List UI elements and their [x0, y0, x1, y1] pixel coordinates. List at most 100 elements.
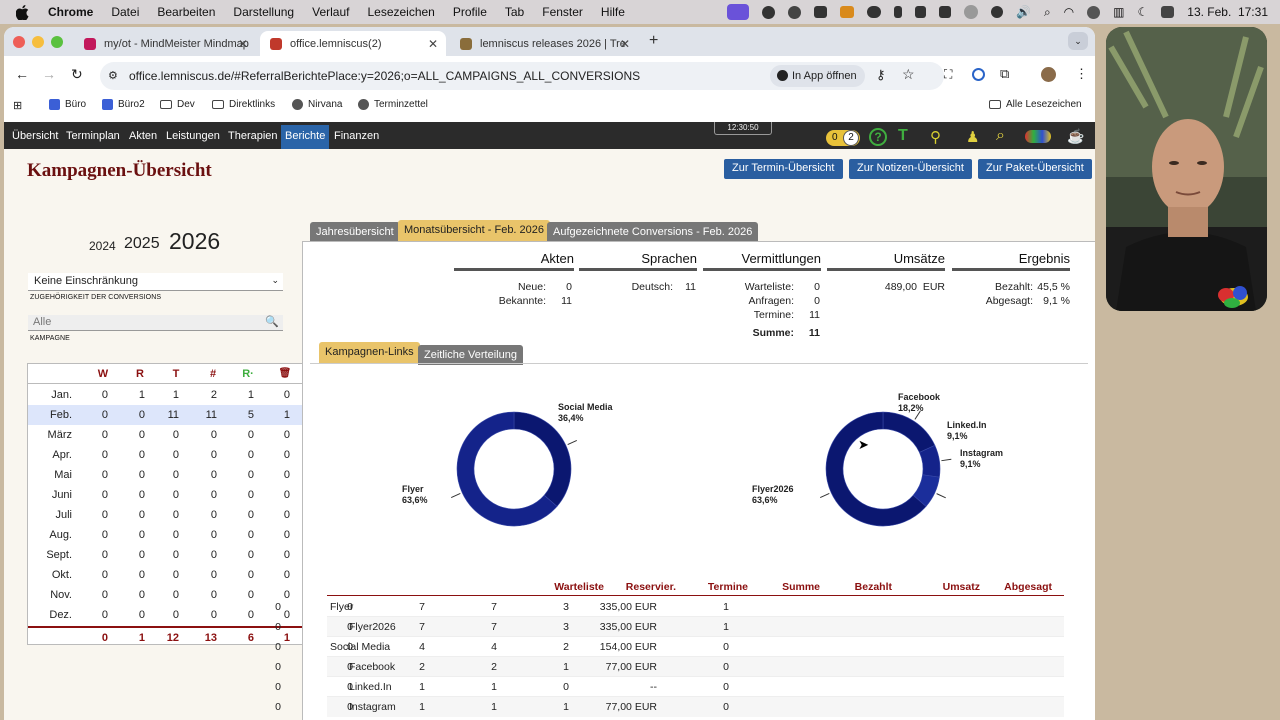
close-tab-icon[interactable]: ✕ — [428, 37, 438, 51]
menu-datei[interactable]: Datei — [111, 5, 139, 19]
apps-grid-icon[interactable]: ⊞ — [13, 99, 22, 112]
table-row[interactable]: Flyer2026 0 0 7 7 3 335,00 EUR 1 — [275, 617, 1064, 637]
magnifier-icon[interactable]: 🔍 — [265, 315, 279, 328]
grammarly-icon[interactable] — [787, 5, 801, 19]
year-2026[interactable]: 2026 — [169, 228, 220, 255]
table-row[interactable]: Instagram 0 0 1 1 1 77,00 EUR 0 — [275, 697, 1064, 717]
menu-hilfe[interactable]: Hilfe — [601, 5, 625, 19]
audio-icon[interactable]: ▥ — [1113, 5, 1124, 19]
forward-icon[interactable]: → — [42, 66, 56, 82]
nav-finanzen[interactable]: Finanzen — [334, 130, 379, 142]
lemniscus-logo-icon[interactable] — [1025, 130, 1051, 143]
control-center-icon[interactable] — [1087, 5, 1101, 19]
apple-icon[interactable] — [15, 5, 30, 21]
notizen-uebersicht-button[interactable]: Zur Notizen-Übersicht — [849, 159, 972, 179]
table-row[interactable]: Facebook 0 0 2 2 1 77,00 EUR 0 — [275, 657, 1064, 677]
month-row[interactable]: Mai 0 0 0 0 0 0 — [28, 465, 302, 485]
table-row[interactable]: Social Media 0 0 4 4 2 154,00 EUR 0 — [275, 637, 1064, 657]
help-icon[interactable]: ? — [869, 128, 887, 146]
campaign-search-input[interactable]: Alle 🔍 — [28, 315, 283, 331]
table-row[interactable]: Linked.In 0 0 1 1 0 -- 0 — [275, 677, 1064, 697]
month-row[interactable]: März 0 0 0 0 0 0 — [28, 425, 302, 445]
presentation-icon[interactable] — [839, 6, 854, 18]
bookmark-dev[interactable]: Dev — [160, 99, 195, 110]
volume-icon[interactable]: 🔊 — [1016, 5, 1031, 19]
screen-record-icon[interactable] — [726, 4, 749, 20]
month-row[interactable]: Feb. 0 0 11 11 5 1 — [28, 405, 302, 425]
tab-lemniscus-releases[interactable]: lemniscus releases 2026 | Tre ✕ — [450, 31, 638, 56]
menu-bearbeiten[interactable]: Bearbeiten — [157, 5, 215, 19]
table-row[interactable]: Flyer 0 0 7 7 3 335,00 EUR 1 — [275, 597, 1064, 617]
month-row[interactable]: Okt. 0 0 0 0 0 0 — [28, 565, 302, 585]
tab-kampagnen-links[interactable]: Kampagnen-Links — [319, 342, 420, 364]
datetime[interactable]: 13. Feb. 17:31 — [1187, 5, 1268, 19]
menu-lesezeichen[interactable]: Lesezeichen — [367, 5, 434, 19]
nav-uebersicht[interactable]: Übersicht — [12, 130, 58, 142]
menu-darstellung[interactable]: Darstellung — [233, 5, 294, 19]
month-row[interactable]: Jan. 0 1 1 2 1 0 — [28, 385, 302, 405]
close-tab-icon[interactable]: ✕ — [238, 37, 248, 51]
month-row[interactable]: Sept. 0 0 0 0 0 0 — [28, 545, 302, 565]
people-icon[interactable]: ♟ — [966, 128, 979, 146]
all-bookmarks[interactable]: Alle Lesezeichen — [989, 99, 1082, 110]
coffee-icon[interactable]: ☕ — [1067, 128, 1084, 145]
close-tab-icon[interactable]: ✕ — [620, 37, 630, 51]
password-manager-icon[interactable] — [972, 68, 985, 81]
bookmark-nirvana[interactable]: Nirvana — [292, 99, 342, 110]
search-tool-icon[interactable]: ⌕ — [996, 127, 1005, 145]
url-text[interactable]: office.lemniscus.de/#ReferralBerichtePla… — [129, 69, 640, 83]
tab-aufgezeichnete-conversions[interactable]: Aufgezeichnete Conversions - Feb. 2026 — [547, 222, 759, 242]
conversion-filter-select[interactable]: Keine Einschränkung ⌄ — [28, 273, 283, 291]
menu-fenster[interactable]: Fenster — [542, 5, 583, 19]
tab-search-chevron-icon[interactable]: ⌄ — [1068, 32, 1088, 50]
menu-profile[interactable]: Profile — [453, 5, 487, 19]
bookmark-buero[interactable]: Büro — [49, 99, 86, 110]
tab-office-lemniscus[interactable]: office.lemniscus(2) ✕ — [260, 31, 446, 56]
tab-mindmeister[interactable]: my/ot - MindMeister Mindmap ✕ — [74, 31, 256, 56]
cube-icon[interactable] — [938, 6, 951, 18]
profile-avatar[interactable] — [1041, 67, 1056, 82]
nav-leistungen[interactable]: Leistungen — [166, 130, 220, 142]
circle-icon[interactable] — [963, 5, 978, 19]
therapy-icon[interactable]: T — [898, 127, 908, 145]
shield-icon[interactable] — [990, 6, 1003, 18]
menu-extra-icon[interactable] — [1161, 6, 1175, 18]
nav-terminplan[interactable]: Terminplan — [66, 130, 120, 142]
bookmark-buero2[interactable]: Büro2 — [102, 99, 145, 110]
bookmark-direktlinks[interactable]: Direktlinks — [212, 99, 275, 110]
nav-akten[interactable]: Akten — [129, 130, 157, 142]
open-in-app-button[interactable]: In App öffnen — [770, 65, 865, 87]
bookmark-star-icon[interactable]: ☆ — [902, 66, 915, 83]
month-row[interactable]: Juli 0 0 0 0 0 0 — [28, 505, 302, 525]
site-info-icon[interactable]: ⚙ — [108, 69, 118, 82]
cloud-icon[interactable] — [866, 6, 881, 18]
year-2025[interactable]: 2025 — [124, 235, 160, 253]
donut-slice[interactable] — [513, 411, 572, 507]
new-tab-button[interactable]: + — [649, 32, 658, 50]
bookmark-terminzettel[interactable]: Terminzettel — [358, 99, 428, 110]
screenshot-icon[interactable]: ⛶ — [944, 67, 952, 82]
wifi-icon[interactable]: ◠ — [1064, 5, 1074, 19]
nav-therapien[interactable]: Therapien — [228, 130, 278, 142]
minimize-window-dot[interactable] — [32, 36, 44, 48]
nav-berichte[interactable]: Berichte — [281, 125, 330, 149]
zoom-window-dot[interactable] — [51, 36, 63, 48]
dropbox-icon[interactable] — [813, 6, 827, 18]
search-icon[interactable]: ⌕ — [1044, 5, 1051, 20]
month-row[interactable]: Aug. 0 0 0 0 0 0 — [28, 525, 302, 545]
paket-uebersicht-button[interactable]: Zur Paket-Übersicht — [978, 159, 1092, 179]
extension-icon[interactable] — [893, 6, 902, 18]
notification-badge[interactable]: 0 2 — [826, 130, 860, 146]
reload-icon[interactable]: ↻ — [71, 66, 83, 83]
termin-uebersicht-button[interactable]: Zur Termin-Übersicht — [724, 159, 843, 179]
tab-monatsuebersicht[interactable]: Monatsübersicht - Feb. 2026 — [398, 220, 551, 242]
donut-slice[interactable] — [882, 411, 936, 453]
status-icon[interactable] — [761, 5, 775, 19]
add-person-icon[interactable]: ⚲ — [930, 128, 941, 146]
extensions-icon[interactable]: ⧉ — [1000, 66, 1009, 82]
menu-verlauf[interactable]: Verlauf — [312, 5, 349, 19]
tab-zeitliche-verteilung[interactable]: Zeitliche Verteilung — [418, 345, 523, 365]
month-row[interactable]: Juni 0 0 0 0 0 0 — [28, 485, 302, 505]
month-row[interactable]: Apr. 0 0 0 0 0 0 — [28, 445, 302, 465]
back-icon[interactable]: ← — [15, 66, 29, 82]
